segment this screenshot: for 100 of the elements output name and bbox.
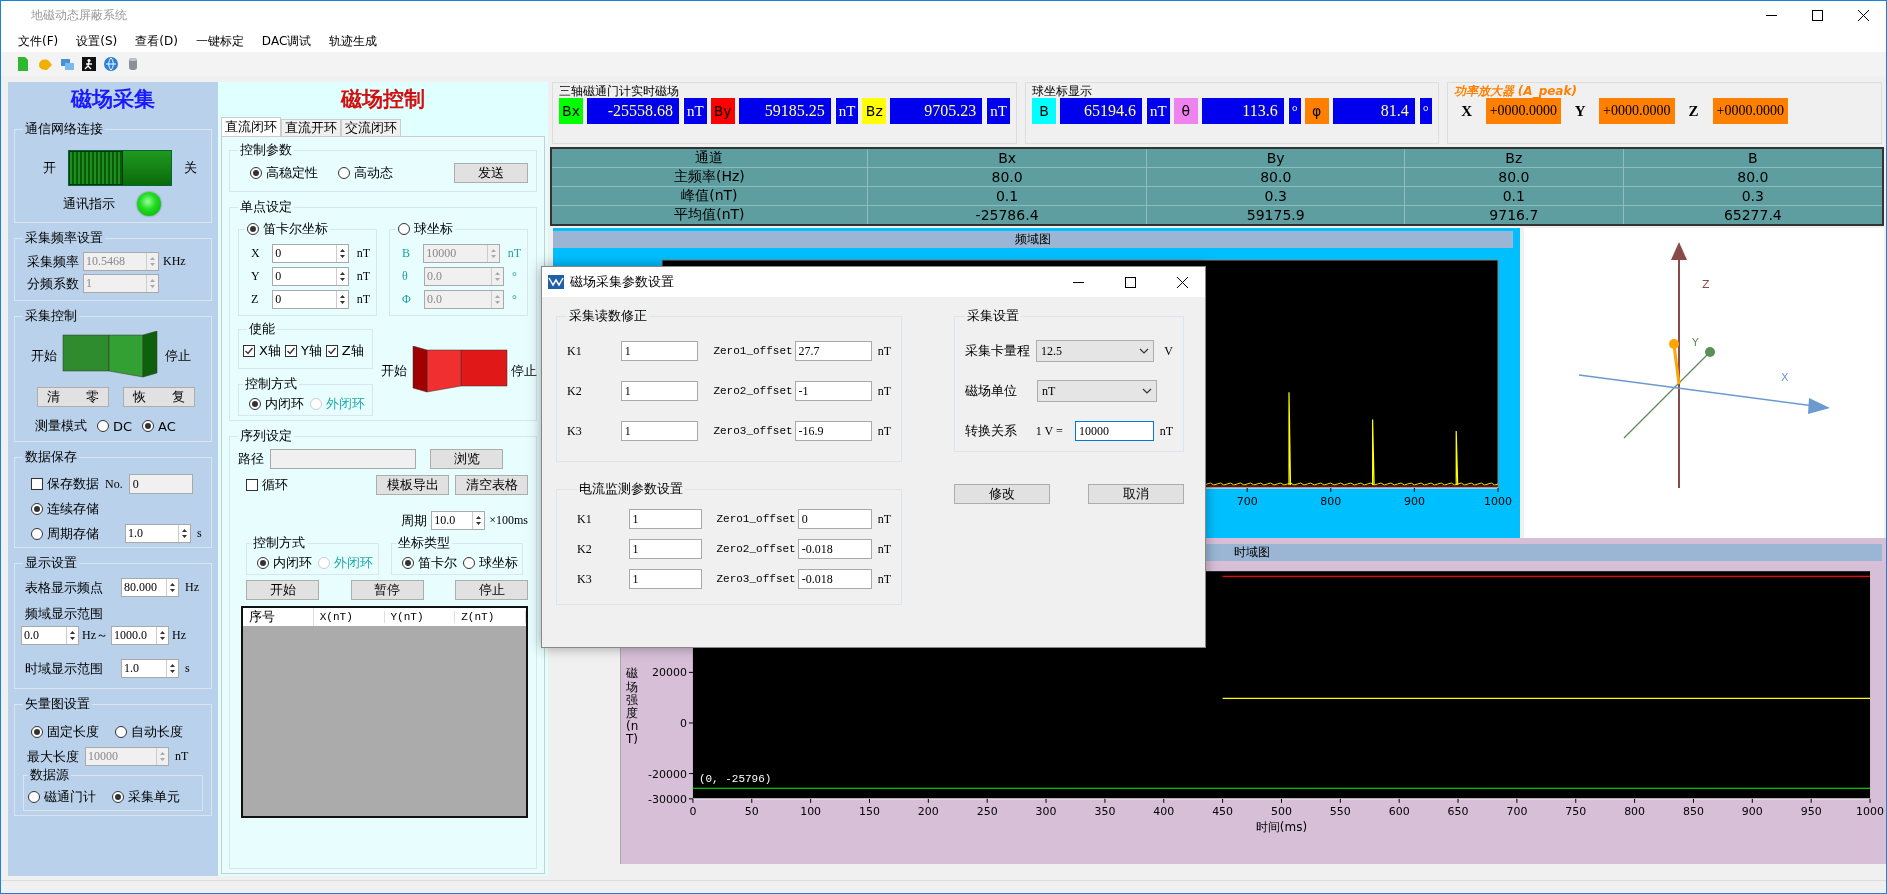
column-header: By xyxy=(1146,148,1405,168)
checkbox[interactable]: Y轴 xyxy=(284,342,322,360)
input-field[interactable]: 1 xyxy=(620,341,698,361)
input-field[interactable]: 1 xyxy=(628,539,703,559)
input-field[interactable]: 1 xyxy=(620,381,698,401)
restore-button[interactable]: 恢 复 xyxy=(123,387,195,407)
input-field[interactable]: 1 xyxy=(620,421,698,441)
spin-box[interactable]: 1000.0 xyxy=(111,626,169,645)
input-field[interactable]: -16.9 xyxy=(794,421,872,441)
input-field[interactable]: 1 xyxy=(628,569,703,589)
radio-button[interactable]: 球坐标 xyxy=(398,220,453,238)
dialog-title: 磁场采集参数设置 xyxy=(570,273,674,291)
menu-item[interactable]: DAC调试 xyxy=(252,32,321,50)
tick-label: 50 xyxy=(744,804,759,818)
tick-label: 700 xyxy=(1506,804,1528,818)
checkbox[interactable]: X轴 xyxy=(243,342,281,360)
axis-label: B xyxy=(402,246,411,261)
spin-box[interactable]: 1.0 xyxy=(125,524,191,543)
input-field[interactable]: 1 xyxy=(628,509,703,529)
radio-button[interactable]: 磁通门计 xyxy=(28,788,96,806)
spin-box[interactable]: 0 xyxy=(272,290,349,309)
channel-label: Bx xyxy=(559,98,583,124)
unit-label: nT xyxy=(877,423,891,439)
switch-label: 停止 xyxy=(165,347,191,365)
indicator-label: 通讯指示 xyxy=(63,195,115,213)
dropdown[interactable]: 12.5 xyxy=(1035,340,1155,362)
checkbox[interactable]: 保存数据 xyxy=(31,475,99,493)
radio-button[interactable]: 自动长度 xyxy=(115,723,183,741)
menu-item[interactable]: 轨迹生成 xyxy=(320,32,387,50)
radio-button[interactable]: 高稳定性 xyxy=(250,164,318,182)
input-field[interactable]: -1 xyxy=(794,381,872,401)
field-label: 路径 xyxy=(238,450,264,468)
menu-item[interactable]: 设置(S) xyxy=(67,32,127,50)
readout-value: +0000.0000 xyxy=(1599,98,1675,124)
radio-button[interactable]: 内闭环 xyxy=(257,554,312,572)
send-button[interactable]: 发送 xyxy=(454,163,528,183)
group-label: 通信网络连接 xyxy=(24,120,104,138)
checkbox[interactable]: Z轴 xyxy=(325,342,364,360)
group-label: 采集控制 xyxy=(24,307,78,325)
tick-label: 550 xyxy=(1329,804,1351,818)
radio-button[interactable]: 笛卡尔坐标 xyxy=(247,220,328,238)
menu-item[interactable]: 查看(D) xyxy=(126,32,187,50)
group-label: 控制参数 xyxy=(239,141,293,159)
export-button[interactable]: 模板导出 xyxy=(376,475,449,495)
spin-box[interactable]: 0 xyxy=(272,244,349,263)
unit-label: nT xyxy=(683,98,707,124)
unit-label: nT xyxy=(356,246,370,261)
input-field[interactable]: -0.018 xyxy=(797,569,872,589)
radio-button[interactable]: 固定长度 xyxy=(31,723,99,741)
tab[interactable]: 交流闭环 xyxy=(341,119,401,136)
spin-box[interactable]: 0.0 xyxy=(21,626,79,645)
modify-button[interactable]: 修改 xyxy=(954,484,1050,504)
field-label: K3 xyxy=(567,423,583,439)
start-button[interactable]: 开始 xyxy=(246,580,319,600)
axis-label: X xyxy=(251,246,261,261)
radio-button[interactable]: 采集单元 xyxy=(112,788,180,806)
panel-title: 磁场采集 xyxy=(69,86,156,113)
unit-label: s xyxy=(197,526,202,541)
unit-label: nT xyxy=(986,98,1010,124)
clear-table-button[interactable]: 清空表格 xyxy=(455,475,528,495)
spin-box[interactable]: 80.000 xyxy=(121,578,179,597)
spin-box[interactable]: 10.0 xyxy=(431,511,486,530)
channel-label: Z xyxy=(1687,102,1700,120)
radio-button[interactable]: 笛卡尔 xyxy=(401,554,457,572)
stop-button[interactable]: 停止 xyxy=(455,580,528,600)
menu-item[interactable]: 文件(F) xyxy=(9,32,68,50)
dropdown[interactable]: nT xyxy=(1037,380,1157,402)
radio-button[interactable]: 连续存储 xyxy=(31,500,99,518)
input-field[interactable]: -0.018 xyxy=(797,539,872,559)
pause-button[interactable]: 暂停 xyxy=(350,580,424,600)
menu-item[interactable]: 一键标定 xyxy=(186,32,253,50)
tab[interactable]: 直流开环 xyxy=(281,119,341,136)
tick-label: 0 xyxy=(689,804,697,818)
radio-button[interactable]: 周期存储 xyxy=(31,524,99,543)
input-field[interactable]: 0 xyxy=(797,509,872,529)
radio-button[interactable]: 高动态 xyxy=(338,164,393,182)
radio-button[interactable]: 球坐标 xyxy=(462,554,518,572)
unit-label: KHz xyxy=(163,254,186,269)
spin-box[interactable]: 0 xyxy=(272,267,349,286)
input-field[interactable]: 27.7 xyxy=(794,341,872,361)
tab[interactable]: 直流闭环 xyxy=(221,117,281,136)
radio-button[interactable]: AC xyxy=(142,418,176,434)
number-field[interactable]: 0 xyxy=(128,474,193,494)
unit-label: nT xyxy=(877,511,891,527)
tick-label: 100 xyxy=(800,804,822,818)
cancel-button[interactable]: 取消 xyxy=(1088,484,1184,504)
checkbox[interactable]: 循环 xyxy=(246,476,288,494)
spin-box[interactable]: 1.0 xyxy=(121,659,179,678)
tick-label: 800 xyxy=(1320,495,1342,508)
table-cell: 0.1 xyxy=(1404,186,1624,206)
input-field[interactable]: 10000 xyxy=(1075,421,1154,441)
group-label: 序列设定 xyxy=(239,427,293,445)
radio-button[interactable]: DC xyxy=(97,418,133,434)
radio-button[interactable]: 内闭环 xyxy=(249,395,304,413)
group-label: 采集频率设置 xyxy=(24,229,104,247)
clear-button[interactable]: 清 零 xyxy=(37,387,109,407)
tick-label: 350 xyxy=(1094,804,1116,818)
tick-label: 700 xyxy=(1236,495,1258,508)
unit-label: ×100ms xyxy=(489,513,528,528)
browse-button[interactable]: 浏览 xyxy=(430,449,503,469)
